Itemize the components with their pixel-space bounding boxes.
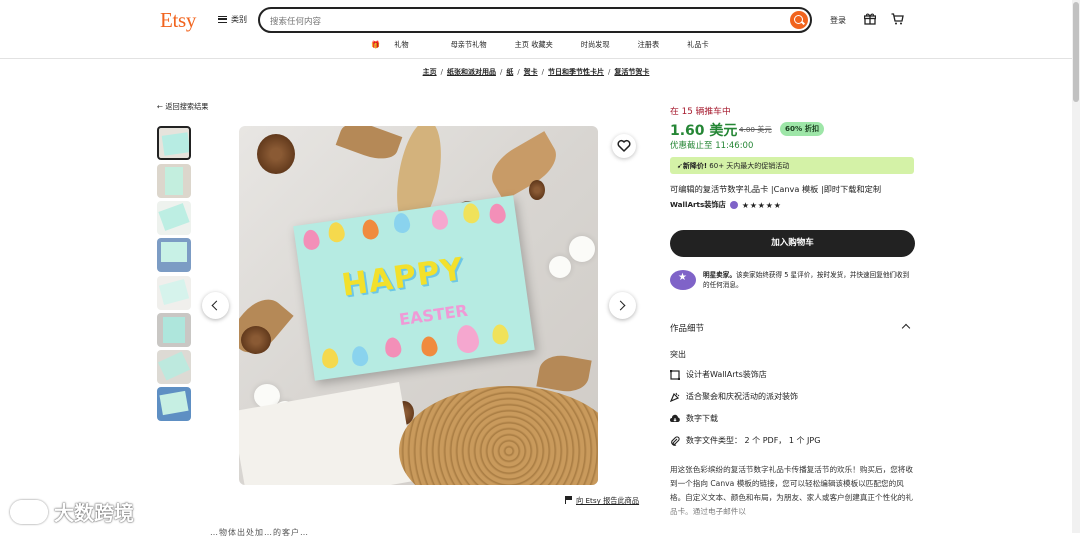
breadcrumb-paper[interactable]: 纸 (506, 68, 513, 76)
menu-icon (218, 16, 227, 23)
watermark-text: 大数跨境 (54, 501, 134, 525)
card-happy-text: HAPPY (339, 251, 467, 304)
thumbnail-5[interactable] (157, 276, 191, 310)
thumbnail-1[interactable] (157, 126, 191, 160)
search-input[interactable] (260, 11, 760, 33)
description-fade (660, 500, 930, 533)
feature-party-text: 适合聚会和庆祝活动的派对装饰 (686, 392, 798, 401)
price-drop-label: 新降价! (682, 162, 708, 170)
easter-card: HAPPY EASTER (293, 195, 535, 381)
feature-party: 适合聚会和庆祝活动的派对装饰 (670, 391, 798, 402)
subnav-home-favorites[interactable]: 主页 收藏夹 (501, 40, 567, 50)
thumbnail-2[interactable] (157, 164, 191, 198)
shop-name-link[interactable]: WallArts装饰店 (670, 200, 726, 210)
original-price: 4.00 美元 (739, 125, 772, 134)
subnav-fashion[interactable]: 时尚发现 (567, 40, 624, 50)
thumbnail-6[interactable] (157, 313, 191, 347)
thumbnail-3[interactable] (157, 201, 191, 235)
feature-designer-text: 设计者WallArts装饰店 (686, 370, 767, 379)
subnav-mothers-day[interactable]: 母亲节礼物 (437, 40, 501, 50)
sale-price: 1.60 美元 (670, 123, 738, 139)
product-title: 可编辑的复活节数字礼品卡 |Canva 模板 |即时下载和定制 (670, 184, 882, 194)
page-scrollbar[interactable] (1072, 0, 1080, 533)
breadcrumb-easter-cards[interactable]: 复活节贺卡 (614, 68, 649, 76)
star-seller-label: 明星卖家。 (703, 271, 736, 279)
categories-button[interactable]: 类别 (218, 14, 247, 25)
breadcrumb-paper-party[interactable]: 纸张和派对用品 (447, 68, 496, 76)
subnav-gifts[interactable]: 🎁 礼物 (357, 40, 436, 50)
back-to-results-link[interactable]: ← 返回搜索结果 (157, 102, 208, 112)
feature-download: 数字下载 (670, 413, 718, 424)
subnav-gift-cards[interactable]: 礼品卡 (673, 40, 723, 50)
feature-file-types-text: 数字文件类型： 2 个 PDF， 1 个 JPG (686, 436, 821, 445)
next-image-button[interactable] (609, 292, 636, 319)
breadcrumb-cards[interactable]: 贺卡 (524, 68, 538, 76)
breadcrumb-holiday-cards[interactable]: 节日和季节性卡片 (548, 68, 604, 76)
party-icon (670, 392, 680, 402)
discount-badge: 60% 折扣 (780, 122, 825, 136)
scrollbar-thumb[interactable] (1073, 2, 1079, 102)
categories-label: 类别 (231, 15, 247, 24)
favorite-button[interactable] (612, 134, 636, 158)
breadcrumb-home[interactable]: 主页 (423, 68, 437, 76)
sale-deadline: 优惠截止至 11:46:00 (670, 141, 754, 151)
chevron-up-icon[interactable] (901, 323, 911, 333)
star-seller-notice: 明星卖家。该卖家始终获得 5 星评价，按时发货，并快速回复他们收到的任何消息。 (670, 270, 915, 290)
cart-icon[interactable] (891, 13, 904, 25)
add-to-cart-button[interactable]: 加入购物车 (670, 230, 915, 257)
back-link-label: 返回搜索结果 (165, 102, 209, 111)
cloud-download-icon (670, 414, 680, 422)
paperclip-icon (671, 435, 680, 446)
header-divider (0, 58, 1072, 59)
feature-designer: 设计者WallArts装饰店 (670, 369, 767, 380)
product-main-image[interactable]: HAPPY EASTER (239, 126, 598, 485)
search-bar (258, 7, 812, 33)
star-seller-badge-icon (729, 201, 738, 209)
rating-stars[interactable]: ★★★★★ (742, 201, 782, 210)
feature-file-types: 数字文件类型： 2 个 PDF， 1 个 JPG (670, 435, 820, 446)
watermark: 大数跨境 (10, 497, 134, 526)
price-drop-text: 60+ 天内最大的促销活动 (707, 162, 790, 170)
subnav-registry[interactable]: 注册表 (624, 40, 674, 50)
flag-icon (565, 496, 572, 504)
sub-navigation: 🎁 礼物 母亲节礼物 主页 收藏夹 时尚发现 注册表 礼品卡 (0, 40, 1080, 50)
designer-icon (670, 369, 680, 380)
search-button[interactable] (790, 11, 808, 29)
highlights-heading: 突出 (670, 350, 686, 359)
breadcrumb: 主页 / 纸张和派对用品 / 纸 / 贺卡 / 节日和季节性卡片 / 复活节贺卡 (422, 68, 650, 76)
thumbnail-4[interactable] (157, 238, 191, 272)
thumbnail-8[interactable] (157, 387, 191, 421)
watermark-logo-icon (10, 499, 48, 524)
previous-image-button[interactable] (202, 292, 229, 319)
item-details-heading[interactable]: 作品细节 (670, 322, 704, 334)
price-drop-banner: ➹新降价! 60+ 天内最大的促销活动 (670, 157, 914, 174)
feature-download-text: 数字下载 (686, 414, 718, 423)
thumbnail-7[interactable] (157, 350, 191, 384)
report-label: 向 Etsy 报告此商品 (576, 496, 640, 505)
gift-icon[interactable] (864, 13, 876, 25)
star-seller-icon (670, 270, 696, 290)
login-link[interactable]: 登录 (830, 15, 846, 26)
shop-info: WallArts装饰店 ★★★★★ (670, 200, 782, 210)
report-item-link[interactable]: 向 Etsy 报告此商品 (565, 496, 639, 506)
etsy-logo[interactable]: Etsy (160, 8, 196, 33)
in-carts-notice: 在 15 辆推车中 (670, 107, 731, 117)
card-easter-text: EASTER (397, 300, 469, 330)
